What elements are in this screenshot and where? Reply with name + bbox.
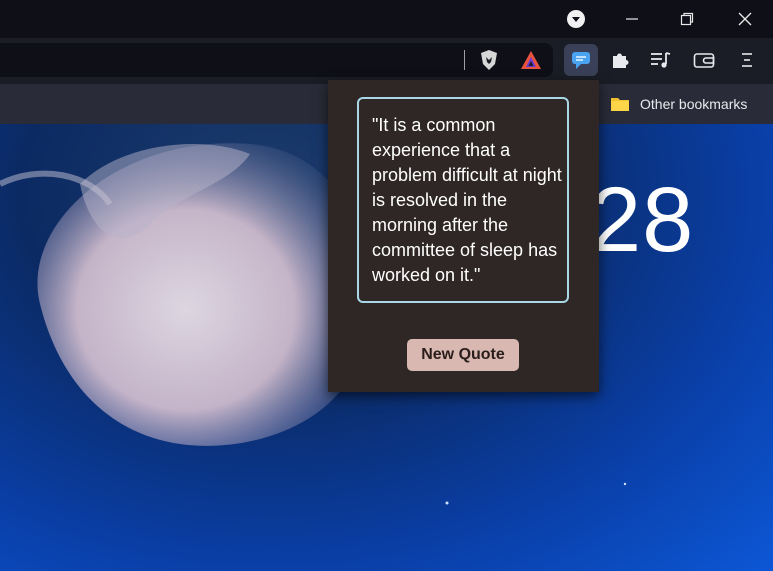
other-bookmarks-label: Other bookmarks — [640, 96, 748, 112]
wallet-icon[interactable] — [688, 44, 720, 76]
quote-popup: "It is a common experience that a proble… — [328, 80, 599, 392]
address-bar[interactable] — [0, 43, 553, 77]
title-bar — [0, 0, 773, 38]
restore-button[interactable] — [667, 0, 707, 38]
clock-time: 28 — [590, 169, 695, 271]
close-button[interactable] — [725, 0, 765, 38]
toolbar-divider — [464, 50, 465, 70]
playlist-icon[interactable] — [645, 44, 677, 76]
brave-rewards-icon[interactable] — [515, 44, 547, 76]
menu-icon[interactable] — [731, 44, 763, 76]
minimize-button[interactable] — [612, 0, 652, 38]
other-bookmarks[interactable]: Other bookmarks — [610, 92, 747, 116]
quote-extension-icon[interactable] — [564, 44, 598, 76]
extensions-puzzle-icon[interactable] — [604, 44, 636, 76]
profile-dropdown-icon[interactable] — [562, 0, 590, 38]
quote-text: "It is a common experience that a proble… — [357, 97, 569, 303]
new-quote-button[interactable]: New Quote — [407, 339, 519, 371]
brave-shield-icon[interactable] — [473, 44, 505, 76]
browser-toolbar — [0, 38, 773, 84]
folder-icon — [610, 96, 630, 112]
